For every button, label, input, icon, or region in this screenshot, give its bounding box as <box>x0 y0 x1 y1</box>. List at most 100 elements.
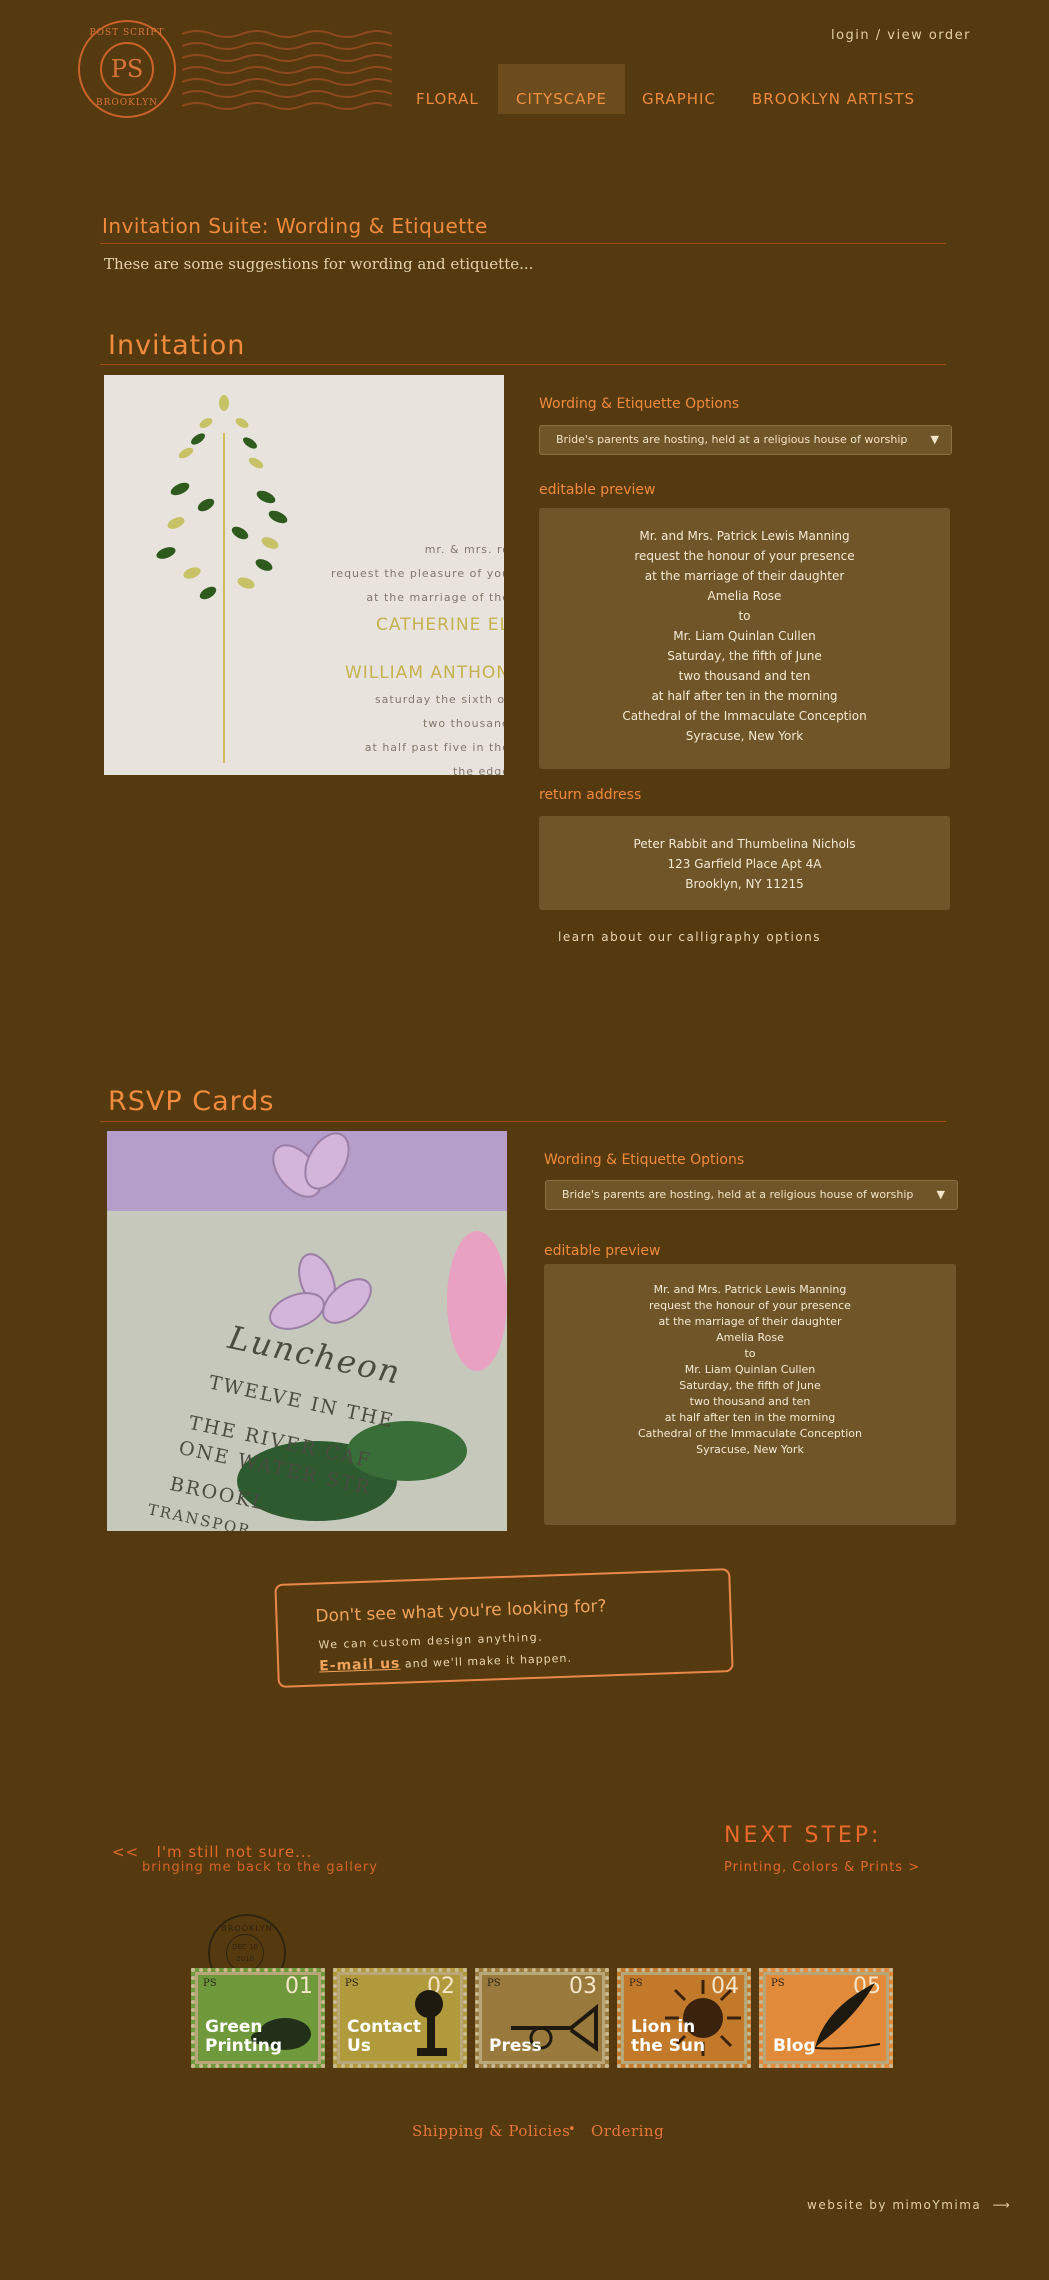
postal-wave-lines <box>182 30 392 110</box>
invitation-photo: mr. & mrs. ro request the pleasure of yo… <box>104 375 504 775</box>
return-line: Peter Rabbit and Thumbelina Nichols <box>633 837 856 851</box>
rsvp-photo: Luncheon TWELVE IN THE THE RIVER CAF ONE… <box>107 1131 507 1531</box>
return-address-preview[interactable]: Peter Rabbit and Thumbelina Nichols 123 … <box>539 816 950 910</box>
select-value: Bride's parents are hosting, held at a r… <box>556 433 908 446</box>
preview-line: Syracuse, New York <box>685 729 804 743</box>
custom-question: Don't see what you're looking for? <box>315 1596 607 1627</box>
tree-illustration <box>156 395 288 763</box>
stamp-label: Blog <box>773 2037 816 2056</box>
footer-separator: • <box>568 2122 576 2137</box>
invitation-wording-select[interactable]: Bride's parents are hosting, held at a r… <box>539 425 952 455</box>
stamp-blog[interactable]: PS 05 Blog <box>759 1968 893 2068</box>
prev-title: I'm still not sure... <box>156 1843 313 1861</box>
stamp-ps-mark: PS <box>487 1978 501 1989</box>
preview-line: Cathedral of the Immaculate Conception <box>638 1427 862 1440</box>
preview-line: Mr. Liam Quinlan Cullen <box>673 629 816 643</box>
prev-subtitle[interactable]: bringing me back to the gallery <box>142 1860 378 1875</box>
preview-line: Cathedral of the Immaculate Conception <box>622 709 867 723</box>
logo-monogram: PS <box>100 42 154 96</box>
logo[interactable]: POST SCRIPT PS BROOKLYN <box>78 20 176 118</box>
select-value: Bride's parents are hosting, held at a r… <box>562 1188 914 1201</box>
email-us-link[interactable]: E-mail us <box>319 1656 401 1675</box>
stamp-lion-in-the-sun[interactable]: PS 04 Lion in the Sun <box>617 1968 751 2068</box>
return-address-label: return address <box>539 787 642 803</box>
nav-brooklyn-artists[interactable]: BROOKLYN ARTISTS <box>752 64 915 114</box>
rsvp-title: RSVP Cards <box>108 1086 275 1117</box>
stamp-green-printing[interactable]: PS 01 Green Printing <box>191 1968 325 2068</box>
photo-text-line: the edge <box>452 765 504 775</box>
preview-line: request the honour of your presence <box>649 1299 851 1312</box>
site-credit-link[interactable]: website by mimoYmima ⟶ <box>807 2198 1011 2212</box>
postmark-ring-text: BROOKLYN <box>221 1924 273 1933</box>
stamp-number: 03 <box>569 1974 597 1999</box>
page-title: Invitation Suite: Wording & Etiquette <box>102 214 488 238</box>
right-arrow-icon: ⟶ <box>992 2198 1012 2212</box>
custom-line-1: We can custom design anything. <box>318 1630 544 1652</box>
invitation-title: Invitation <box>108 330 246 361</box>
stamp-ps-mark: PS <box>203 1978 217 1989</box>
title-divider <box>100 243 946 244</box>
stamp-label-line: Contact <box>347 2017 422 2037</box>
nav-graphic[interactable]: GRAPHIC <box>642 64 716 114</box>
login-view-order-link[interactable]: login / view order <box>831 28 971 43</box>
rsvp-options-label: Wording & Etiquette Options <box>544 1152 745 1168</box>
preview-line: two thousand and ten <box>689 1395 811 1408</box>
stamp-label: Press <box>489 2037 542 2056</box>
preview-line: Mr. and Mrs. Patrick Lewis Manning <box>639 529 850 543</box>
invitation-options-label: Wording & Etiquette Options <box>539 396 740 412</box>
stamp-label-line: Blog <box>773 2036 816 2056</box>
rsvp-wording-select[interactable]: Bride's parents are hosting, held at a r… <box>545 1180 958 1210</box>
calligraphy-options-link[interactable]: learn about our calligraphy options <box>558 930 821 944</box>
rsvp-divider <box>100 1121 946 1122</box>
stamp-label-line: Green <box>205 2017 263 2037</box>
photo-text-line: at half past five in the <box>364 741 504 754</box>
custom-line-2-rest: and we'll make it happen. <box>404 1651 573 1671</box>
stamp-number: 01 <box>285 1974 313 1999</box>
stamp-label: Contact Us <box>347 2018 421 2056</box>
stamp-label-line: the Sun <box>631 2036 706 2056</box>
next-step-link[interactable]: Printing, Colors & Prints > <box>724 1860 920 1875</box>
rsvp-preview-label: editable preview <box>544 1243 661 1259</box>
photo-name-line: WILLIAM ANTHON <box>344 663 504 683</box>
nav-floral[interactable]: FLORAL <box>416 64 479 114</box>
stamp-ps-mark: PS <box>629 1978 643 1989</box>
preview-line: request the honour of your presence <box>634 549 855 563</box>
preview-line: Amelia Rose <box>707 589 782 603</box>
preview-line: Syracuse, New York <box>696 1443 804 1456</box>
ordering-link[interactable]: Ordering <box>591 2122 664 2140</box>
postmark-date: DEC 10 2010 <box>232 1943 258 1963</box>
stamp-label: Green Printing <box>205 2018 282 2056</box>
custom-design-box: Don't see what you're looking for? We ca… <box>274 1568 734 1688</box>
invitation-editable-preview[interactable]: Mr. and Mrs. Patrick Lewis Manning reque… <box>539 508 950 769</box>
return-line: 123 Garfield Place Apt 4A <box>667 857 822 871</box>
stamp-ps-mark: PS <box>345 1978 359 1989</box>
stamp-label-line: Printing <box>205 2036 282 2056</box>
prev-step-link[interactable]: << I'm still not sure... <box>112 1843 312 1861</box>
prev-arrows-icon: << <box>112 1843 140 1861</box>
page-intro: These are some suggestions for wording a… <box>104 255 534 273</box>
photo-text-line: at the marriage of the <box>366 591 504 604</box>
postmark-center: DEC 10 2010 N.Y. <box>226 1934 264 1975</box>
custom-line-2: E-mail us and we'll make it happen. <box>319 1650 572 1675</box>
stamp-press[interactable]: PS 03 Press <box>475 1968 609 2068</box>
rsvp-editable-preview[interactable]: Mr. and Mrs. Patrick Lewis Manning reque… <box>544 1264 956 1525</box>
invitation-divider <box>100 364 946 365</box>
preview-line: Mr. Liam Quinlan Cullen <box>684 1363 816 1376</box>
preview-line: Saturday, the fifth of June <box>679 1379 821 1392</box>
photo-name-line: CATHERINE EL <box>376 615 504 635</box>
preview-line: Mr. and Mrs. Patrick Lewis Manning <box>653 1283 847 1296</box>
preview-line: to <box>744 1347 756 1360</box>
shipping-policies-link[interactable]: Shipping & Policies <box>412 2122 570 2140</box>
next-step-title: NEXT STEP: <box>724 1823 882 1848</box>
stamp-label-line: Press <box>489 2036 542 2056</box>
dropdown-arrow-icon: ▼ <box>936 1188 945 1201</box>
photo-text-line: two thousand <box>423 717 504 730</box>
stamp-contact-us[interactable]: PS 02 Contact Us <box>333 1968 467 2068</box>
photo-text-line: request the pleasure of you <box>331 567 504 580</box>
flower-cutout <box>269 1132 372 1330</box>
nav-cityscape[interactable]: CITYSCAPE <box>498 64 626 114</box>
preview-line: at half after ten in the morning <box>664 1411 836 1424</box>
logo-bottom-text: BROOKLYN <box>95 98 159 108</box>
photo-text-line: saturday the sixth of <box>374 693 504 706</box>
preview-line: Saturday, the fifth of June <box>667 649 822 663</box>
